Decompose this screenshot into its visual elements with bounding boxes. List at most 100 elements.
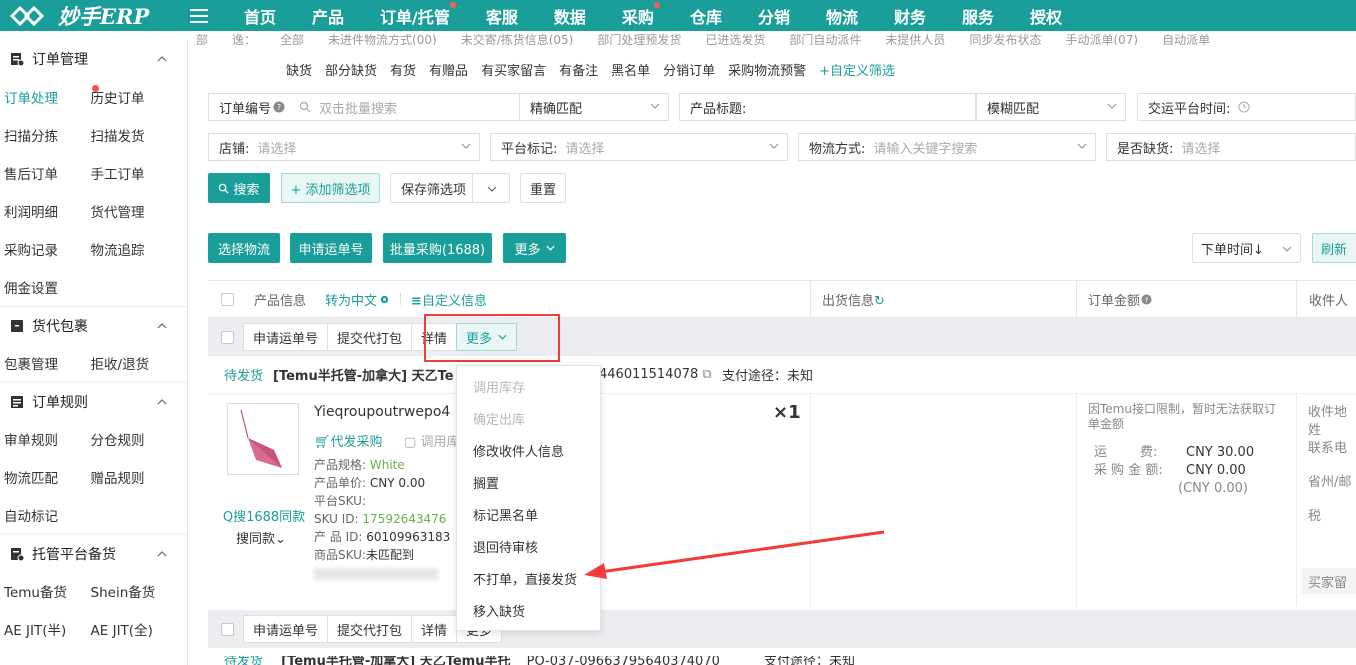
sidebar-item[interactable]: 包裹管理: [4, 353, 58, 373]
sidebar-item[interactable]: 售后订单: [4, 163, 58, 183]
select-all-checkbox[interactable]: [221, 292, 234, 306]
dropdown-item[interactable]: 标记黑名单: [457, 498, 600, 530]
order-checkbox[interactable]: [221, 330, 234, 344]
quick-filter-item[interactable]: 有货: [390, 60, 416, 79]
product-thumbnail[interactable]: [227, 403, 299, 475]
dropdown-item[interactable]: 修改收件人信息: [457, 434, 600, 466]
out-of-stock-select[interactable]: 是否缺货: 请选择: [1106, 133, 1356, 161]
quick-filter-item[interactable]: 分销订单: [663, 60, 715, 79]
product-title[interactable]: Yieqroupoutrwepo44: [314, 404, 450, 420]
status-tab[interactable]: 未交寄/拣货信息(05): [461, 33, 574, 45]
add-filter-button[interactable]: + 添加筛选项: [281, 173, 380, 203]
quick-filter-item[interactable]: 黑名单: [611, 60, 650, 79]
to-chinese-link[interactable]: 转为中文: [325, 290, 390, 309]
status-tab[interactable]: 已进选发货: [705, 33, 765, 45]
reset-button[interactable]: 重置: [520, 173, 566, 203]
status-tab[interactable]: 未提供人员: [885, 33, 945, 45]
quick-filter-item[interactable]: 有备注: [559, 60, 598, 79]
detail-button[interactable]: 详情: [411, 615, 458, 643]
nav-item[interactable]: 服务: [944, 4, 1012, 28]
dropdown-item[interactable]: 搁置: [457, 466, 600, 498]
sidebar-section-forwarding[interactable]: 货代包裹: [0, 306, 187, 344]
sidebar-section-hosting[interactable]: 托管平台备货: [0, 534, 187, 572]
sidebar-item[interactable]: 审单规则: [4, 429, 58, 449]
sidebar-item[interactable]: 订单处理: [4, 87, 58, 107]
apply-waybill-button[interactable]: 申请运单号: [290, 233, 372, 263]
nav-item[interactable]: 订单/托管: [362, 1, 468, 28]
sidebar-section-order-mgmt[interactable]: 订单管理: [0, 40, 187, 78]
quick-filter-item[interactable]: 部分缺货: [325, 60, 377, 79]
sidebar-item[interactable]: 物流匹配: [4, 467, 58, 487]
status-tab[interactable]: 逸：: [232, 33, 256, 45]
batch-purchase-button[interactable]: 批量采购(1688): [383, 233, 492, 263]
nav-item[interactable]: 仓库: [672, 4, 740, 28]
nav-item[interactable]: 客服: [468, 4, 536, 28]
sidebar-item[interactable]: 物流追踪: [91, 239, 145, 259]
sidebar-item[interactable]: 货代管理: [91, 201, 145, 221]
dropdown-item[interactable]: 退回待审核: [457, 530, 600, 562]
sort-select[interactable]: 下单时间↓: [1192, 233, 1301, 263]
status-tab[interactable]: 部门处理预发货: [597, 33, 681, 45]
sidebar-item[interactable]: 分仓规则: [91, 429, 145, 449]
sidebar-item[interactable]: 扫描分拣: [4, 125, 58, 145]
nav-item[interactable]: 数据: [536, 4, 604, 28]
sidebar-section-rules[interactable]: 订单规则: [0, 382, 187, 420]
menu-toggle-icon[interactable]: [190, 8, 208, 23]
save-filter-button[interactable]: 保存筛选项: [390, 173, 510, 203]
nav-item[interactable]: 首页: [226, 4, 294, 28]
product-title-field[interactable]: 产品标题:: [679, 93, 976, 121]
sidebar-item[interactable]: 手工订单: [91, 163, 145, 183]
nav-item[interactable]: 物流: [808, 4, 876, 28]
sidebar-item[interactable]: 扫描发货: [91, 125, 145, 145]
status-tab[interactable]: 部门自动派件: [789, 33, 861, 45]
status-tab[interactable]: 同步发布状态: [969, 33, 1041, 45]
nav-item[interactable]: 财务: [876, 4, 944, 28]
quick-filter-item[interactable]: 缺货: [286, 60, 312, 79]
apply-waybill-button[interactable]: 申请运单号: [243, 615, 329, 643]
status-tab[interactable]: 手动派单(07): [1065, 33, 1138, 45]
dropdown-item[interactable]: 不打单，直接发货: [457, 562, 600, 594]
copy-icon[interactable]: ⧉: [702, 367, 711, 382]
sidebar-item[interactable]: 采购记录: [4, 239, 58, 259]
refresh-button[interactable]: 刷新: [1312, 233, 1356, 263]
sidebar-item[interactable]: AE JIT(全): [91, 619, 153, 639]
quick-filter-item[interactable]: 有买家留言: [481, 60, 546, 79]
sidebar-item[interactable]: Temu备货: [4, 581, 67, 601]
submit-pack-button[interactable]: 提交代打包: [327, 615, 413, 643]
quick-filter-item[interactable]: 采购物流预警: [728, 60, 806, 79]
refresh-icon[interactable]: ↻: [874, 294, 885, 309]
select-logistics-button[interactable]: 选择物流: [208, 233, 280, 263]
use-stock-link[interactable]: ▢ 调用库: [404, 431, 459, 450]
nav-item[interactable]: 产品: [294, 4, 362, 28]
dropdown-item[interactable]: 移入缺货: [457, 594, 600, 626]
sidebar-item[interactable]: 历史订单: [91, 87, 145, 107]
submit-pack-button[interactable]: 提交代打包: [327, 323, 413, 351]
sidebar-item[interactable]: 赠品规则: [91, 467, 145, 487]
chevron-down-icon[interactable]: [487, 186, 497, 192]
search-1688-link[interactable]: Q搜1688同款: [220, 506, 308, 525]
more-actions-button[interactable]: 更多: [503, 233, 566, 263]
match-mode-select[interactable]: 精确匹配: [519, 93, 669, 121]
nav-item[interactable]: 分销: [740, 4, 808, 28]
logistics-select[interactable]: 物流方式: 请输入关键字搜索: [798, 133, 1096, 161]
search-button[interactable]: 搜索: [208, 173, 270, 203]
order-number-search-field[interactable]: 订单编号 ? 双击批量搜索: [208, 93, 520, 121]
dropship-purchase-link[interactable]: 🛒︎代发采购: [314, 431, 383, 450]
custom-info-link[interactable]: ≡自定义信息: [411, 290, 487, 309]
add-custom-filter-link[interactable]: +自定义筛选: [819, 60, 895, 79]
status-tab[interactable]: 全部: [280, 33, 304, 45]
status-tab[interactable]: 部: [196, 33, 208, 45]
ship-time-field[interactable]: 交运平台时间:: [1137, 93, 1356, 121]
sidebar-item[interactable]: 拒收/退货: [91, 353, 150, 373]
sidebar-item[interactable]: 自动标记: [4, 505, 58, 525]
apply-waybill-button[interactable]: 申请运单号: [243, 323, 329, 351]
order-checkbox[interactable]: [221, 622, 234, 636]
app-logo[interactable]: 妙手ERP: [0, 1, 190, 31]
nav-item[interactable]: 授权: [1012, 4, 1080, 28]
fuzzy-match-select[interactable]: 模糊匹配: [976, 93, 1126, 121]
sidebar-item[interactable]: Shein备货: [91, 581, 156, 601]
shop-select[interactable]: 店铺: 请选择: [208, 133, 480, 161]
nav-item[interactable]: 采购: [604, 1, 672, 28]
search-same-dropdown[interactable]: 搜同款⌄: [236, 528, 286, 547]
sidebar-item[interactable]: 佣金设置: [4, 277, 58, 297]
